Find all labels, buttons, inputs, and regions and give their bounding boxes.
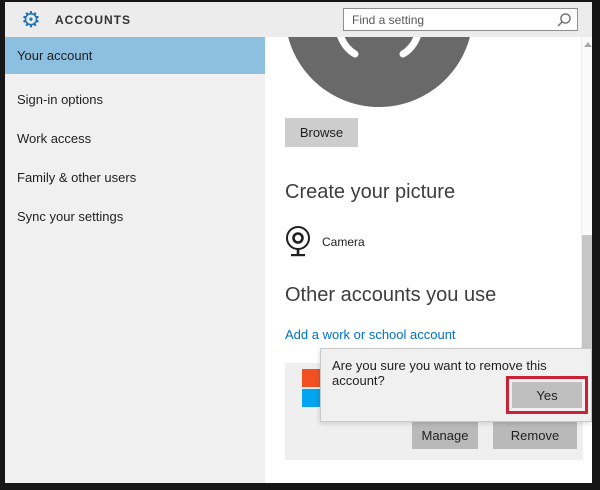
page-title: ACCOUNTS xyxy=(55,13,131,27)
sidebar-item-sign-in-options[interactable]: Sign-in options xyxy=(5,80,265,119)
search-input[interactable] xyxy=(352,9,547,30)
vertical-scrollbar[interactable] xyxy=(581,37,592,348)
ms-logo-blue-square xyxy=(302,389,320,407)
camera-icon[interactable] xyxy=(284,225,312,259)
scrollbar-up-arrow-icon[interactable] xyxy=(583,40,592,48)
create-picture-heading: Create your picture xyxy=(285,181,456,203)
sidebar-item-your-account[interactable]: Your account xyxy=(5,37,265,74)
browse-button[interactable]: Browse xyxy=(285,118,358,147)
camera-label[interactable]: Camera xyxy=(322,235,365,249)
ms-logo-red-square xyxy=(302,369,320,387)
manage-button[interactable]: Manage xyxy=(412,422,478,449)
add-work-school-account-link[interactable]: Add a work or school account xyxy=(285,327,456,342)
screenshot-frame: ⚙ ACCOUNTS Your account Sign-in options … xyxy=(0,0,600,490)
remove-button[interactable]: Remove xyxy=(493,422,577,449)
remove-account-confirmation-dialog: Are you sure you want to remove this acc… xyxy=(320,348,592,422)
sidebar-item-work-access[interactable]: Work access xyxy=(5,119,265,158)
yes-button[interactable]: Yes xyxy=(512,382,582,408)
sidebar: Your account Sign-in options Work access… xyxy=(5,37,265,483)
other-accounts-heading: Other accounts you use xyxy=(285,284,497,306)
sidebar-item-sync-your-settings[interactable]: Sync your settings xyxy=(5,197,265,236)
gear-icon: ⚙ xyxy=(21,7,41,32)
search-box[interactable] xyxy=(343,8,578,31)
scrollbar-thumb[interactable] xyxy=(582,235,592,348)
user-avatar xyxy=(288,37,470,107)
settings-window: ⚙ ACCOUNTS Your account Sign-in options … xyxy=(5,2,592,483)
title-bar: ⚙ ACCOUNTS xyxy=(5,2,592,37)
sidebar-item-family-other-users[interactable]: Family & other users xyxy=(5,158,265,197)
search-icon[interactable] xyxy=(556,12,572,28)
